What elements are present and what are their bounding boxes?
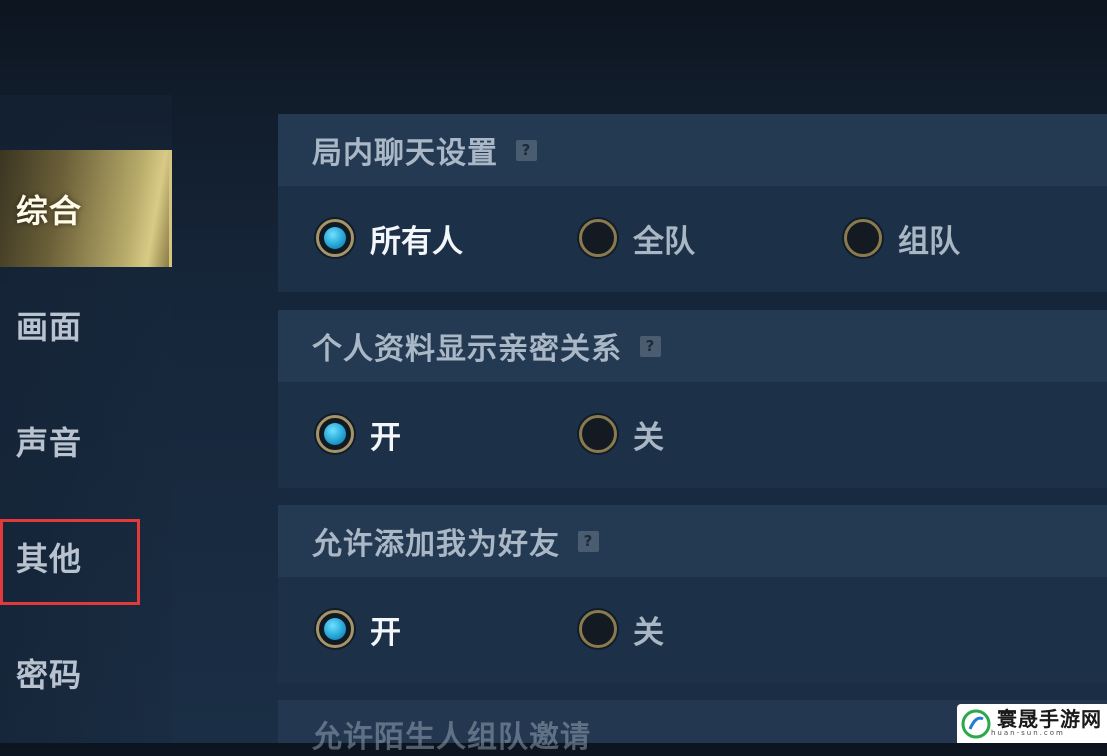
- sidebar-item-general[interactable]: 综合: [0, 150, 172, 267]
- section-options: 开 关: [278, 382, 1107, 488]
- section-title: 允许添加我为好友: [312, 527, 560, 562]
- section-title: 个人资料显示亲密关系: [312, 332, 622, 367]
- radio-option-on[interactable]: 开: [316, 603, 401, 655]
- radio-option-everyone[interactable]: 所有人: [316, 212, 463, 264]
- radio-unselected-icon: [844, 219, 882, 257]
- sidebar-item-label: 综合: [16, 191, 83, 230]
- option-label: 所有人: [370, 223, 463, 260]
- radio-unselected-icon: [579, 415, 617, 453]
- option-label: 关: [633, 614, 664, 651]
- section-header: 允许添加我为好友 ?: [278, 505, 1107, 577]
- sidebar-item-label: 画面: [16, 308, 83, 346]
- help-icon[interactable]: ?: [516, 139, 537, 161]
- radio-unselected-icon: [579, 610, 617, 648]
- radio-option-party[interactable]: 组队: [844, 212, 960, 264]
- allow-friend-add-panel: 允许添加我为好友 ? 开 关: [278, 505, 1107, 683]
- radio-option-on[interactable]: 开: [316, 408, 401, 460]
- radio-option-team[interactable]: 全队: [579, 212, 695, 264]
- radio-unselected-icon: [579, 219, 617, 257]
- section-header: 个人资料显示亲密关系 ?: [278, 310, 1107, 382]
- chat-settings-panel: 局内聊天设置 ? 所有人 全队 组队: [278, 114, 1107, 292]
- highlight-annotation-box: [0, 519, 140, 605]
- section-header: 局内聊天设置 ?: [278, 114, 1107, 186]
- option-label: 开: [370, 419, 401, 456]
- sidebar-item-password[interactable]: 密码: [0, 615, 172, 731]
- radio-selected-icon: [316, 610, 354, 648]
- help-icon[interactable]: ?: [640, 335, 661, 357]
- watermark-logo-icon: [961, 709, 991, 739]
- section-options: 开 关: [278, 577, 1107, 683]
- profile-intimacy-panel: 个人资料显示亲密关系 ? 开 关: [278, 310, 1107, 488]
- sidebar-item-sound[interactable]: 声音: [0, 383, 172, 499]
- section-title: 局内聊天设置: [312, 136, 498, 171]
- settings-sidebar: 综合 画面 声音 其他 密码: [0, 95, 172, 743]
- sidebar-item-label: 声音: [16, 424, 83, 462]
- radio-selected-icon: [316, 415, 354, 453]
- help-icon[interactable]: ?: [578, 530, 599, 552]
- sidebar-item-label: 密码: [16, 656, 83, 694]
- watermark-name: 寰晟手游网: [997, 707, 1102, 731]
- option-label: 关: [633, 419, 664, 456]
- section-title: 允许陌生人组队邀请: [312, 720, 591, 755]
- option-label: 组队: [898, 223, 960, 260]
- sidebar-item-graphics[interactable]: 画面: [0, 267, 172, 383]
- radio-option-off[interactable]: 关: [579, 408, 664, 460]
- option-label: 全队: [633, 223, 695, 260]
- watermark: 寰晟手游网 huan-sun.com: [957, 704, 1107, 743]
- section-options: 所有人 全队 组队: [278, 186, 1107, 292]
- option-label: 开: [370, 614, 401, 651]
- radio-selected-icon: [316, 219, 354, 257]
- radio-option-off[interactable]: 关: [579, 603, 664, 655]
